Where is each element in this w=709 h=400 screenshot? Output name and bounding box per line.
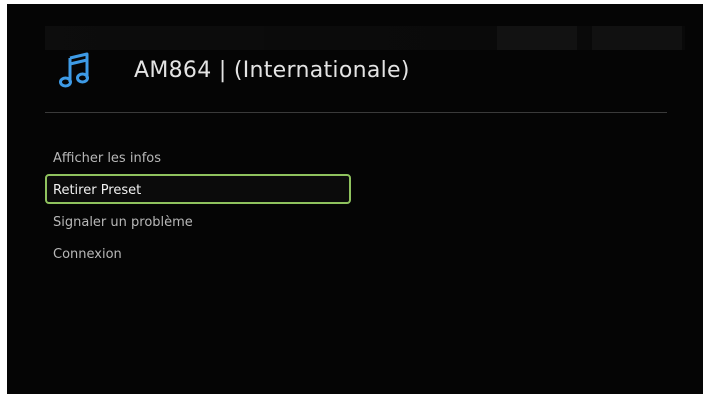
music-note-icon	[59, 52, 89, 88]
options-menu: Afficher les infos Retirer Preset Signal…	[45, 142, 365, 270]
page-title: AM864 | (Internationale)	[134, 58, 410, 83]
menu-item-report-problem[interactable]: Signaler un problème	[45, 206, 351, 236]
tv-screen: AM864 | (Internationale) Afficher les in…	[7, 4, 703, 394]
menu-item-remove-preset[interactable]: Retirer Preset	[45, 174, 351, 204]
header: AM864 | (Internationale)	[45, 40, 667, 110]
menu-item-connection[interactable]: Connexion	[45, 238, 351, 268]
header-divider	[45, 112, 667, 113]
menu-item-show-info[interactable]: Afficher les infos	[45, 142, 351, 172]
